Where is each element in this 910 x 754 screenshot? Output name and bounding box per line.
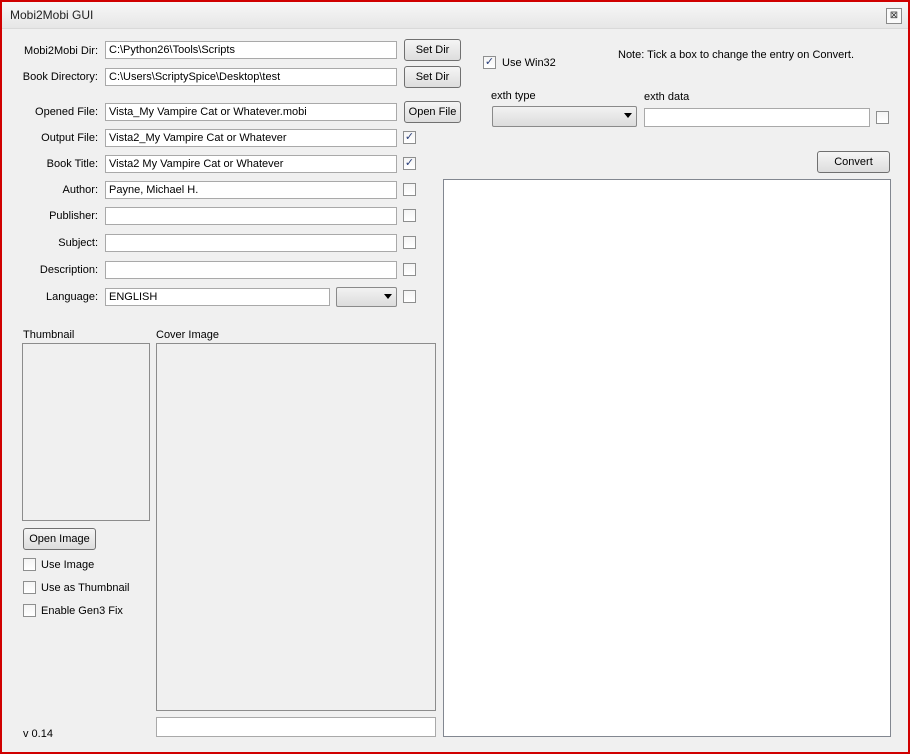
cover-path-input[interactable] bbox=[156, 717, 436, 737]
mobi-dir-input[interactable]: C:\Python26\Tools\Scripts bbox=[105, 41, 397, 59]
language-input[interactable]: ENGLISH bbox=[105, 288, 330, 306]
opened-file-input[interactable]: Vista_My Vampire Cat or Whatever.mobi bbox=[105, 103, 397, 121]
use-image-label: Use Image bbox=[41, 559, 95, 571]
publisher-checkbox[interactable] bbox=[403, 209, 416, 222]
language-dropdown[interactable] bbox=[336, 287, 397, 307]
opened-file-label: Opened File: bbox=[35, 106, 98, 118]
window-title: Mobi2Mobi GUI bbox=[10, 8, 94, 22]
exth-data-input[interactable] bbox=[644, 108, 870, 127]
description-checkbox[interactable] bbox=[403, 263, 416, 276]
main-window: Mobi2Mobi GUI ⊠ Mobi2Mobi Dir: C:\Python… bbox=[0, 0, 910, 754]
use-win32-label: Use Win32 bbox=[502, 57, 556, 69]
author-label: Author: bbox=[62, 184, 98, 196]
subject-label: Subject: bbox=[58, 237, 98, 249]
output-file-input[interactable]: Vista2_My Vampire Cat or Whatever bbox=[105, 129, 397, 147]
note-text: Note: Tick a box to change the entry on … bbox=[618, 49, 855, 61]
output-file-label: Output File: bbox=[41, 132, 98, 144]
exth-type-label: exth type bbox=[491, 90, 536, 102]
use-win32-checkbox[interactable]: ✓ bbox=[483, 56, 496, 69]
description-label: Description: bbox=[39, 264, 98, 276]
thumbnail-label: Thumbnail bbox=[23, 329, 75, 341]
use-as-thumbnail-checkbox[interactable] bbox=[23, 581, 36, 594]
output-log[interactable] bbox=[443, 179, 891, 737]
book-dir-label: Book Directory: bbox=[22, 71, 98, 83]
exth-type-dropdown[interactable] bbox=[492, 106, 637, 127]
description-input[interactable] bbox=[105, 261, 397, 279]
thumbnail-preview bbox=[22, 343, 150, 521]
close-icon[interactable]: ⊠ bbox=[886, 8, 902, 24]
subject-input[interactable] bbox=[105, 234, 397, 252]
open-image-button[interactable]: Open Image bbox=[23, 528, 96, 550]
title-bar: Mobi2Mobi GUI ⊠ bbox=[2, 2, 908, 29]
book-title-label: Book Title: bbox=[46, 158, 98, 170]
book-title-input[interactable]: Vista2 My Vampire Cat or Whatever bbox=[105, 155, 397, 173]
cover-image-label: Cover Image bbox=[156, 329, 219, 341]
use-as-thumbnail-label: Use as Thumbnail bbox=[41, 582, 130, 594]
author-checkbox[interactable] bbox=[403, 183, 416, 196]
set-mobi-dir-button[interactable]: Set Dir bbox=[404, 39, 461, 61]
chevron-down-icon bbox=[624, 113, 632, 118]
mobi-dir-label: Mobi2Mobi Dir: bbox=[24, 45, 98, 57]
language-label: Language: bbox=[46, 291, 98, 303]
chevron-down-icon bbox=[384, 294, 392, 299]
publisher-label: Publisher: bbox=[49, 210, 98, 222]
publisher-input[interactable] bbox=[105, 207, 397, 225]
open-file-button[interactable]: Open File bbox=[404, 101, 461, 123]
author-input[interactable]: Payne, Michael H. bbox=[105, 181, 397, 199]
convert-button[interactable]: Convert bbox=[817, 151, 890, 173]
version-label: v 0.14 bbox=[23, 728, 53, 740]
language-checkbox[interactable] bbox=[403, 290, 416, 303]
subject-checkbox[interactable] bbox=[403, 236, 416, 249]
output-file-checkbox[interactable]: ✓ bbox=[403, 131, 416, 144]
cover-image-preview bbox=[156, 343, 436, 711]
use-image-checkbox[interactable] bbox=[23, 558, 36, 571]
book-title-checkbox[interactable]: ✓ bbox=[403, 157, 416, 170]
set-book-dir-button[interactable]: Set Dir bbox=[404, 66, 461, 88]
enable-gen3-fix-checkbox[interactable] bbox=[23, 604, 36, 617]
book-dir-input[interactable]: C:\Users\ScriptySpice\Desktop\test bbox=[105, 68, 397, 86]
enable-gen3-fix-label: Enable Gen3 Fix bbox=[41, 605, 123, 617]
exth-data-label: exth data bbox=[644, 91, 690, 103]
exth-data-checkbox[interactable] bbox=[876, 111, 889, 124]
